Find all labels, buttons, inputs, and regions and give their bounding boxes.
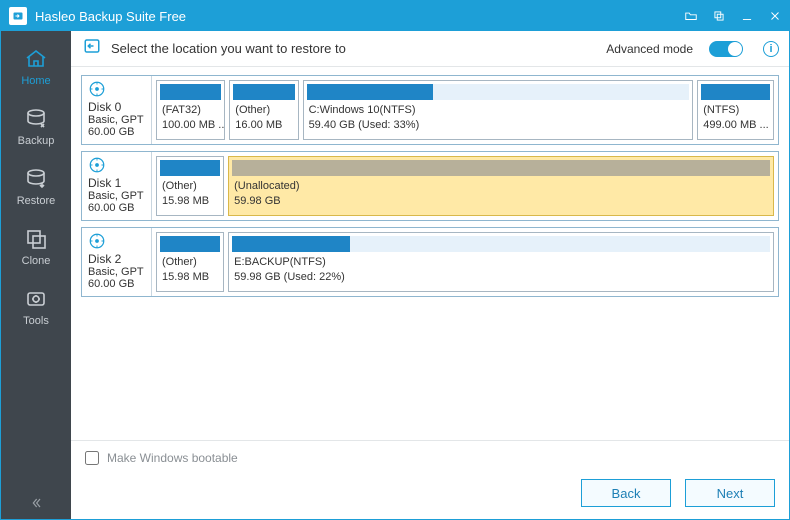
next-button[interactable]: Next <box>685 479 775 507</box>
header-prompt: Select the location you want to restore … <box>111 41 346 56</box>
partition-size: 59.98 GB (Used: 22%) <box>234 270 768 285</box>
partition-container: (FAT32)100.00 MB ...(Other)16.00 MBC:Win… <box>152 76 778 144</box>
partition-label: (NTFS) <box>703 103 768 118</box>
minimize-button[interactable] <box>733 1 761 31</box>
partition-usage-bar <box>701 84 770 100</box>
disk-type: Basic, GPT <box>88 114 147 126</box>
partition-label: E:BACKUP(NTFS) <box>234 255 768 270</box>
app-icon <box>9 7 27 25</box>
partition-usage-bar <box>307 84 690 100</box>
partition-usage-bar <box>160 236 220 252</box>
make-bootable-label: Make Windows bootable <box>107 451 238 465</box>
sidebar-item-label: Home <box>21 75 50 87</box>
footer: Make Windows bootable Back Next <box>71 440 789 519</box>
disk-info[interactable]: Disk 1Basic, GPT60.00 GB <box>82 152 152 220</box>
partition-size: 499.00 MB ... <box>703 118 768 133</box>
partition[interactable]: (Other)15.98 MB <box>156 232 224 292</box>
partition[interactable]: (FAT32)100.00 MB ... <box>156 80 225 140</box>
partition-label: (FAT32) <box>162 103 219 118</box>
disk-type: Basic, GPT <box>88 266 147 278</box>
partition-label: (Other) <box>162 179 218 194</box>
restore-target-icon <box>83 37 101 60</box>
advanced-mode-toggle[interactable] <box>709 41 743 57</box>
partition-container: (Other)15.98 MB(Unallocated)59.98 GB <box>152 152 778 220</box>
sidebar-item-label: Clone <box>22 255 51 267</box>
disk-icon <box>88 156 106 174</box>
partition-size: 59.40 GB (Used: 33%) <box>309 118 688 133</box>
sidebar-item-clone[interactable]: Clone <box>1 217 71 277</box>
back-button[interactable]: Back <box>581 479 671 507</box>
partition-label: (Other) <box>235 103 292 118</box>
disk-info[interactable]: Disk 0Basic, GPT60.00 GB <box>82 76 152 144</box>
app-title: Hasleo Backup Suite Free <box>35 9 186 24</box>
partition-usage-bar <box>233 84 294 100</box>
make-bootable-row[interactable]: Make Windows bootable <box>85 451 775 465</box>
disk-name: Disk 0 <box>88 100 147 114</box>
disk-size: 60.00 GB <box>88 202 147 214</box>
open-folder-button[interactable] <box>677 1 705 31</box>
sidebar-item-label: Backup <box>18 135 55 147</box>
sidebar-item-label: Tools <box>23 315 49 327</box>
advanced-mode-label: Advanced mode <box>606 42 693 56</box>
partition[interactable]: E:BACKUP(NTFS)59.98 GB (Used: 22%) <box>228 232 774 292</box>
partition-size: 59.98 GB <box>234 194 768 209</box>
sidebar-item-restore[interactable]: Restore <box>1 157 71 217</box>
disk-icon <box>88 232 106 250</box>
partition-size: 15.98 MB <box>162 270 218 285</box>
partition-usage-bar <box>160 160 220 176</box>
disk-row: Disk 1Basic, GPT60.00 GB(Other)15.98 MB(… <box>81 151 779 221</box>
disk-info[interactable]: Disk 2Basic, GPT60.00 GB <box>82 228 152 296</box>
header-bar: Select the location you want to restore … <box>71 31 789 67</box>
partition[interactable]: (NTFS)499.00 MB ... <box>697 80 774 140</box>
partition-label: C:Windows 10(NTFS) <box>309 103 688 118</box>
partition-label: (Unallocated) <box>234 179 768 194</box>
app-window: Hasleo Backup Suite Free Home Backup <box>0 0 790 520</box>
sidebar-collapse-button[interactable] <box>1 495 71 511</box>
titlebar: Hasleo Backup Suite Free <box>1 1 789 31</box>
sidebar-item-home[interactable]: Home <box>1 37 71 97</box>
disk-name: Disk 1 <box>88 176 147 190</box>
make-bootable-checkbox[interactable] <box>85 451 99 465</box>
partition-usage-bar <box>232 160 770 176</box>
disk-row: Disk 0Basic, GPT60.00 GB(FAT32)100.00 MB… <box>81 75 779 145</box>
partition-container: (Other)15.98 MBE:BACKUP(NTFS)59.98 GB (U… <box>152 228 778 296</box>
partition[interactable]: (Unallocated)59.98 GB <box>228 156 774 216</box>
close-button[interactable] <box>761 1 789 31</box>
partition[interactable]: (Other)15.98 MB <box>156 156 224 216</box>
partition-usage-bar <box>160 84 221 100</box>
sidebar-item-backup[interactable]: Backup <box>1 97 71 157</box>
partition-usage-bar <box>232 236 770 252</box>
partition[interactable]: (Other)16.00 MB <box>229 80 298 140</box>
partition-size: 100.00 MB ... <box>162 118 219 133</box>
info-button[interactable]: i <box>763 41 779 57</box>
disk-icon <box>88 80 106 98</box>
partition-size: 15.98 MB <box>162 194 218 209</box>
sidebar-item-tools[interactable]: Tools <box>1 277 71 337</box>
partition-label: (Other) <box>162 255 218 270</box>
disk-list: Disk 0Basic, GPT60.00 GB(FAT32)100.00 MB… <box>71 67 789 440</box>
disk-type: Basic, GPT <box>88 190 147 202</box>
new-window-button[interactable] <box>705 1 733 31</box>
disk-size: 60.00 GB <box>88 278 147 290</box>
disk-size: 60.00 GB <box>88 126 147 138</box>
disk-row: Disk 2Basic, GPT60.00 GB(Other)15.98 MBE… <box>81 227 779 297</box>
sidebar-item-label: Restore <box>17 195 56 207</box>
disk-name: Disk 2 <box>88 252 147 266</box>
partition[interactable]: C:Windows 10(NTFS)59.40 GB (Used: 33%) <box>303 80 694 140</box>
main-panel: Select the location you want to restore … <box>71 31 789 519</box>
sidebar: Home Backup Restore Clone Tools <box>1 31 71 519</box>
partition-size: 16.00 MB <box>235 118 292 133</box>
